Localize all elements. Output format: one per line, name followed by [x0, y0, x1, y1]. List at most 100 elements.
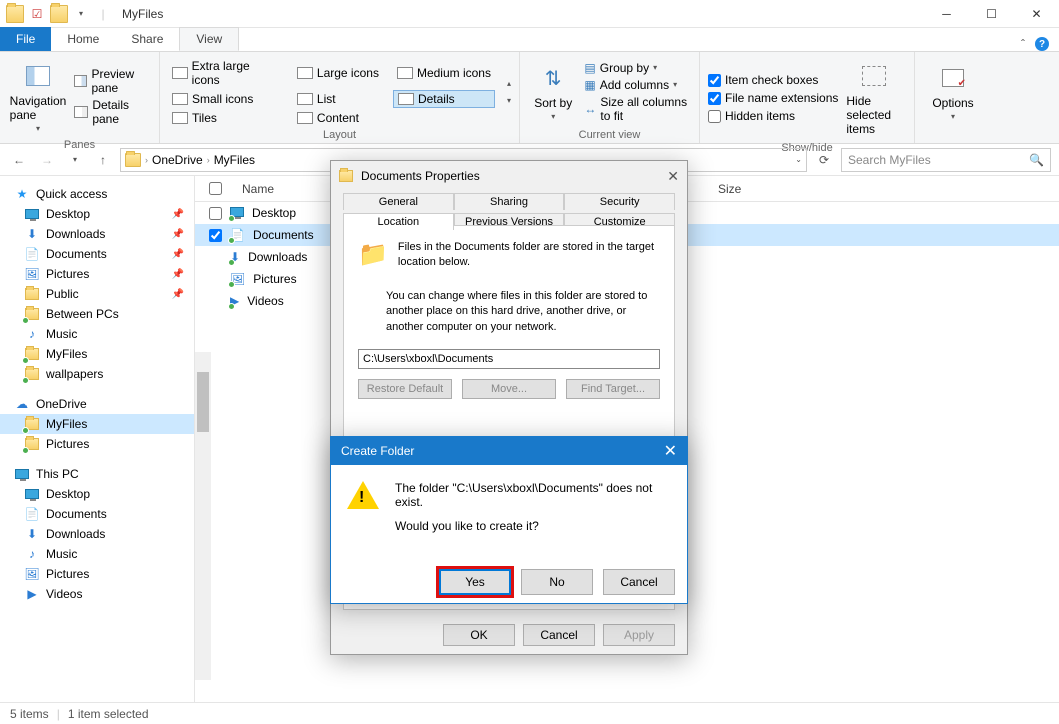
search-placeholder: Search MyFiles: [848, 153, 931, 167]
sort-by-button[interactable]: ⇅ Sort by▾: [528, 56, 578, 127]
qat-dropdown-icon[interactable]: ▾: [72, 5, 90, 23]
titlebar: ☑ ▾ | MyFiles ─ ☐ ✕: [0, 0, 1059, 28]
home-tab[interactable]: Home: [51, 27, 115, 51]
refresh-button[interactable]: ⟳: [813, 149, 835, 171]
tab-security[interactable]: Security: [564, 193, 675, 210]
nav-downloads[interactable]: ⬇Downloads📌: [0, 224, 194, 244]
tab-sharing[interactable]: Sharing: [454, 193, 565, 210]
nav-desktop[interactable]: Desktop📌: [0, 204, 194, 224]
nav-quick-access[interactable]: ★Quick access: [0, 184, 194, 204]
ribbon: Navigation pane ▾ Preview pane Details p…: [0, 52, 1059, 144]
layout-tiles[interactable]: Tiles: [168, 110, 283, 126]
up-button[interactable]: ↑: [92, 149, 114, 171]
msg-no-button[interactable]: No: [521, 569, 593, 595]
search-icon: 🔍: [1029, 153, 1044, 167]
nav-pictures[interactable]: 🖼Pictures📌: [0, 264, 194, 284]
select-all-checkbox[interactable]: [209, 182, 222, 195]
create-folder-dialog: Create Folder ✕ The folder "C:\Users\xbo…: [330, 436, 688, 604]
layout-scroll-up[interactable]: ▴: [507, 79, 511, 88]
breadcrumb-myfiles[interactable]: MyFiles: [214, 153, 255, 167]
properties-ok-button[interactable]: OK: [443, 624, 515, 646]
navigation-pane-button[interactable]: Navigation pane ▾: [8, 56, 68, 137]
msg-close-button[interactable]: ✕: [664, 441, 677, 461]
minimize-button[interactable]: ─: [924, 0, 969, 28]
tab-location[interactable]: Location: [343, 213, 454, 230]
nav-pc-pictures[interactable]: 🖼Pictures: [0, 564, 194, 584]
nav-pc-videos[interactable]: ▶Videos: [0, 584, 194, 604]
file-extensions-toggle[interactable]: File name extensions: [708, 91, 838, 105]
back-button[interactable]: ←: [8, 149, 30, 171]
item-checkboxes-toggle[interactable]: Item check boxes: [708, 73, 838, 87]
msg-cancel-button[interactable]: Cancel: [603, 569, 675, 595]
msg-line2: Would you like to create it?: [395, 519, 671, 533]
details-pane-button[interactable]: Details pane: [74, 98, 151, 126]
nav-od-pictures[interactable]: Pictures: [0, 434, 194, 454]
maximize-button[interactable]: ☐: [969, 0, 1014, 28]
layout-list[interactable]: List: [293, 90, 383, 108]
search-box[interactable]: Search MyFiles 🔍: [841, 148, 1051, 172]
nav-onedrive[interactable]: ☁OneDrive: [0, 394, 194, 414]
properties-cancel-button[interactable]: Cancel: [523, 624, 595, 646]
properties-title: Documents Properties: [361, 169, 480, 183]
status-bar: 5 items | 1 item selected: [0, 702, 1059, 724]
nav-myfiles[interactable]: MyFiles: [0, 344, 194, 364]
nav-music[interactable]: ♪Music: [0, 324, 194, 344]
breadcrumb-icon: [125, 153, 141, 167]
layout-small[interactable]: Small icons: [168, 90, 283, 108]
nav-od-myfiles[interactable]: MyFiles: [0, 414, 194, 434]
group-by-button[interactable]: ▤Group by▾: [584, 61, 691, 75]
window-title: MyFiles: [122, 7, 163, 21]
nav-pc-music[interactable]: ♪Music: [0, 544, 194, 564]
view-tab[interactable]: View: [179, 27, 239, 51]
msg-yes-button[interactable]: Yes: [439, 569, 511, 595]
nav-between-pcs[interactable]: Between PCs: [0, 304, 194, 324]
tab-general[interactable]: General: [343, 193, 454, 210]
breadcrumb-dropdown-icon[interactable]: ⌄: [795, 155, 802, 164]
status-item-count: 5 items: [10, 707, 49, 721]
ribbon-collapse-icon[interactable]: ˆ: [1021, 37, 1025, 51]
share-tab[interactable]: Share: [115, 27, 179, 51]
hide-selected-button[interactable]: Hide selected items: [844, 56, 904, 140]
qat-properties-icon[interactable]: ☑: [28, 5, 46, 23]
find-target-button[interactable]: Find Target...: [566, 379, 660, 399]
nav-this-pc[interactable]: This PC: [0, 464, 194, 484]
layout-content[interactable]: Content: [293, 110, 383, 126]
nav-pc-downloads[interactable]: ⬇Downloads: [0, 524, 194, 544]
preview-pane-button[interactable]: Preview pane: [74, 67, 151, 95]
qat-newfolder-icon[interactable]: [50, 5, 68, 23]
location-icon: 📁: [358, 240, 388, 271]
msg-title: Create Folder: [341, 444, 414, 458]
layout-details[interactable]: Details: [393, 90, 495, 108]
layout-extra-large[interactable]: Extra large icons: [168, 58, 283, 88]
forward-button[interactable]: →: [36, 149, 58, 171]
hidden-items-toggle[interactable]: Hidden items: [708, 109, 838, 123]
nav-public[interactable]: Public📌: [0, 284, 194, 304]
nav-wallpapers[interactable]: wallpapers: [0, 364, 194, 384]
file-tab[interactable]: File: [0, 27, 51, 51]
layout-medium[interactable]: Medium icons: [393, 58, 495, 88]
properties-close-button[interactable]: ✕: [667, 168, 679, 185]
add-columns-button[interactable]: ▦Add columns▾: [584, 78, 691, 92]
msg-line1: The folder "C:\Users\xboxl\Documents" do…: [395, 481, 671, 509]
close-button[interactable]: ✕: [1014, 0, 1059, 28]
properties-apply-button[interactable]: Apply: [603, 624, 675, 646]
restore-default-button[interactable]: Restore Default: [358, 379, 452, 399]
move-button[interactable]: Move...: [462, 379, 556, 399]
status-selected-count: 1 item selected: [68, 707, 149, 721]
location-desc1: Files in the Documents folder are stored…: [398, 240, 660, 271]
layout-scroll-down[interactable]: ▾: [507, 96, 511, 105]
location-path-input[interactable]: [358, 349, 660, 369]
col-size[interactable]: Size: [710, 182, 749, 196]
app-icon: [6, 5, 24, 23]
options-button[interactable]: ✔ Options▾: [923, 56, 983, 127]
help-icon[interactable]: ?: [1035, 37, 1049, 51]
layout-large[interactable]: Large icons: [293, 58, 383, 88]
size-columns-button[interactable]: ↔Size all columns to fit: [584, 95, 691, 123]
nav-pc-desktop[interactable]: Desktop: [0, 484, 194, 504]
navigation-pane: ★Quick access Desktop📌 ⬇Downloads📌 📄Docu…: [0, 176, 195, 702]
nav-pc-documents[interactable]: 📄Documents: [0, 504, 194, 524]
nav-documents[interactable]: 📄Documents📌: [0, 244, 194, 264]
recent-dropdown[interactable]: ▾: [64, 149, 86, 171]
breadcrumb-onedrive[interactable]: OneDrive: [152, 153, 203, 167]
dialog-icon: [339, 170, 353, 182]
